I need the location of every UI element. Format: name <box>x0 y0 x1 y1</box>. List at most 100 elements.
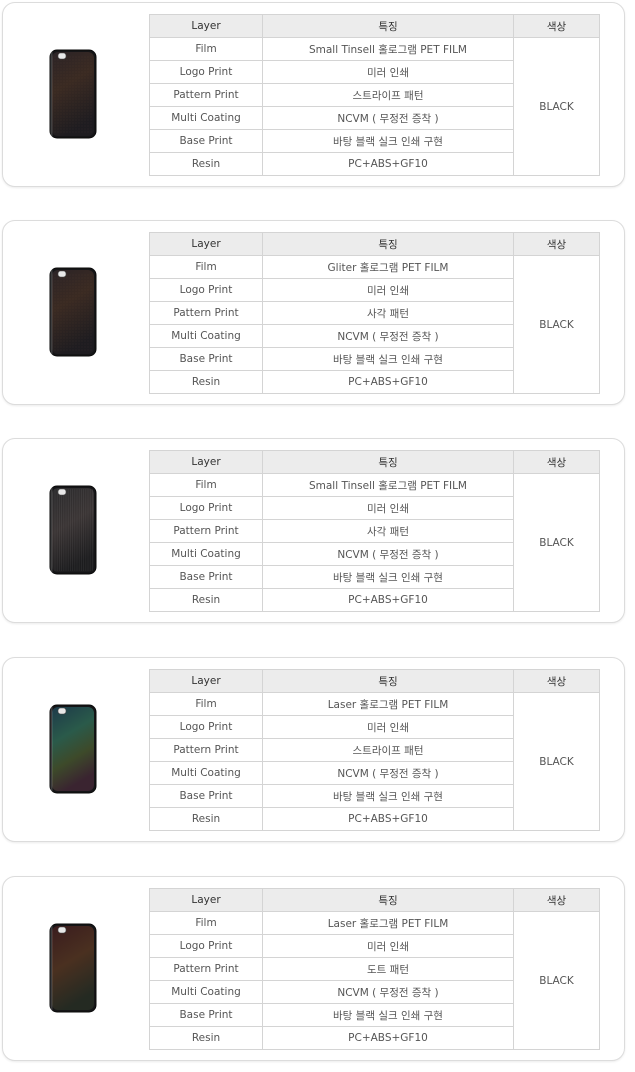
phone-case-image <box>49 923 97 1013</box>
feature-cell: PC+ABS+GF10 <box>262 588 514 612</box>
layer-cell: Film <box>149 911 263 935</box>
feature-cell: 미러 인쇄 <box>262 60 514 84</box>
phone-case-svg <box>49 49 97 139</box>
layer-cell: Pattern Print <box>149 957 263 981</box>
feature-cell: PC+ABS+GF10 <box>262 1026 514 1050</box>
header-color: 색상 <box>513 888 600 912</box>
feature-cell: NCVM ( 무정전 증착 ) <box>262 761 514 785</box>
feature-cell: Gliter 홀로그램 PET FILM <box>262 255 514 279</box>
layer-cell: Multi Coating <box>149 542 263 566</box>
header-layer: Layer <box>149 232 263 256</box>
header-color: 색상 <box>513 232 600 256</box>
layer-cell: Film <box>149 692 263 716</box>
feature-cell: 바탕 블랙 실크 인쇄 구현 <box>262 129 514 153</box>
header-layer: Layer <box>149 450 263 474</box>
phone-case-svg <box>49 923 97 1013</box>
spec-table: Layer 특징 색상 Film Laser 홀로그램 PET FILM BLA… <box>149 888 600 1050</box>
table-row: Film Small Tinsell 홀로그램 PET FILM BLACK <box>149 37 600 176</box>
table-header-row: Layer 특징 색상 <box>149 669 600 693</box>
product-card: Layer 특징 색상 Film Small Tinsell 홀로그램 PET … <box>2 438 625 623</box>
layer-cell: Base Print <box>149 347 263 371</box>
feature-cell: 미러 인쇄 <box>262 278 514 302</box>
feature-cell: PC+ABS+GF10 <box>262 370 514 394</box>
header-layer: Layer <box>149 14 263 38</box>
feature-cell: 사각 패턴 <box>262 301 514 325</box>
phone-case-svg <box>49 704 97 794</box>
header-feature: 특징 <box>262 232 514 256</box>
feature-cell: 바탕 블랙 실크 인쇄 구현 <box>262 784 514 808</box>
color-cell: BLACK <box>513 692 600 831</box>
product-card: Layer 특징 색상 Film Laser 홀로그램 PET FILM BLA… <box>2 876 625 1061</box>
header-feature: 특징 <box>262 14 514 38</box>
header-feature: 특징 <box>262 669 514 693</box>
spec-table: Layer 특징 색상 Film Gliter 홀로그램 PET FILM BL… <box>149 232 600 394</box>
color-cell: BLACK <box>513 255 600 394</box>
header-feature: 특징 <box>262 450 514 474</box>
feature-cell: NCVM ( 무정전 증착 ) <box>262 542 514 566</box>
layer-cell: Logo Print <box>149 60 263 84</box>
color-cell: BLACK <box>513 473 600 612</box>
feature-cell: 도트 패턴 <box>262 957 514 981</box>
feature-cell: Small Tinsell 홀로그램 PET FILM <box>262 37 514 61</box>
feature-cell: 스트라이프 패턴 <box>262 83 514 107</box>
product-card: Layer 특징 색상 Film Small Tinsell 홀로그램 PET … <box>2 2 625 187</box>
feature-cell: 바탕 블랙 실크 인쇄 구현 <box>262 347 514 371</box>
header-color: 색상 <box>513 669 600 693</box>
product-card: Layer 특징 색상 Film Gliter 홀로그램 PET FILM BL… <box>2 220 625 405</box>
header-color: 색상 <box>513 450 600 474</box>
table-row: Film Small Tinsell 홀로그램 PET FILM BLACK <box>149 473 600 612</box>
color-cell: BLACK <box>513 37 600 176</box>
feature-cell: 미러 인쇄 <box>262 715 514 739</box>
phone-case-svg <box>49 267 97 357</box>
feature-cell: 미러 인쇄 <box>262 496 514 520</box>
table-row: Film Laser 홀로그램 PET FILM BLACK <box>149 692 600 831</box>
layer-cell: Film <box>149 473 263 497</box>
feature-cell: NCVM ( 무정전 증착 ) <box>262 324 514 348</box>
header-color: 색상 <box>513 14 600 38</box>
table-header-row: Layer 특징 색상 <box>149 14 600 38</box>
feature-cell: 미러 인쇄 <box>262 934 514 958</box>
layer-cell: Logo Print <box>149 715 263 739</box>
feature-cell: NCVM ( 무정전 증착 ) <box>262 106 514 130</box>
color-cell: BLACK <box>513 911 600 1050</box>
phone-case-image <box>49 49 97 139</box>
layer-cell: Resin <box>149 1026 263 1050</box>
layer-cell: Pattern Print <box>149 301 263 325</box>
layer-cell: Film <box>149 37 263 61</box>
feature-cell: Laser 홀로그램 PET FILM <box>262 692 514 716</box>
layer-cell: Pattern Print <box>149 738 263 762</box>
phone-case-image <box>49 485 97 575</box>
feature-cell: PC+ABS+GF10 <box>262 152 514 176</box>
layer-cell: Logo Print <box>149 278 263 302</box>
table-row: Film Laser 홀로그램 PET FILM BLACK <box>149 911 600 1050</box>
table-header-row: Layer 특징 색상 <box>149 232 600 256</box>
header-feature: 특징 <box>262 888 514 912</box>
layer-cell: Base Print <box>149 784 263 808</box>
spec-table: Layer 특징 색상 Film Small Tinsell 홀로그램 PET … <box>149 14 600 176</box>
feature-cell: 스트라이프 패턴 <box>262 738 514 762</box>
feature-cell: NCVM ( 무정전 증착 ) <box>262 980 514 1004</box>
layer-cell: Resin <box>149 588 263 612</box>
layer-cell: Base Print <box>149 565 263 589</box>
feature-cell: Laser 홀로그램 PET FILM <box>262 911 514 935</box>
feature-cell: Small Tinsell 홀로그램 PET FILM <box>262 473 514 497</box>
table-header-row: Layer 특징 색상 <box>149 888 600 912</box>
header-layer: Layer <box>149 669 263 693</box>
feature-cell: 사각 패턴 <box>262 519 514 543</box>
layer-cell: Multi Coating <box>149 106 263 130</box>
table-header-row: Layer 특징 색상 <box>149 450 600 474</box>
phone-case-image <box>49 267 97 357</box>
layer-cell: Base Print <box>149 129 263 153</box>
layer-cell: Logo Print <box>149 496 263 520</box>
layer-cell: Base Print <box>149 1003 263 1027</box>
table-row: Film Gliter 홀로그램 PET FILM BLACK <box>149 255 600 394</box>
layer-cell: Pattern Print <box>149 519 263 543</box>
layer-cell: Multi Coating <box>149 761 263 785</box>
layer-cell: Multi Coating <box>149 324 263 348</box>
phone-case-image <box>49 704 97 794</box>
product-card: Layer 특징 색상 Film Laser 홀로그램 PET FILM BLA… <box>2 657 625 842</box>
spec-table: Layer 특징 색상 Film Laser 홀로그램 PET FILM BLA… <box>149 669 600 831</box>
phone-case-svg <box>49 485 97 575</box>
layer-cell: Film <box>149 255 263 279</box>
feature-cell: 바탕 블랙 실크 인쇄 구현 <box>262 565 514 589</box>
